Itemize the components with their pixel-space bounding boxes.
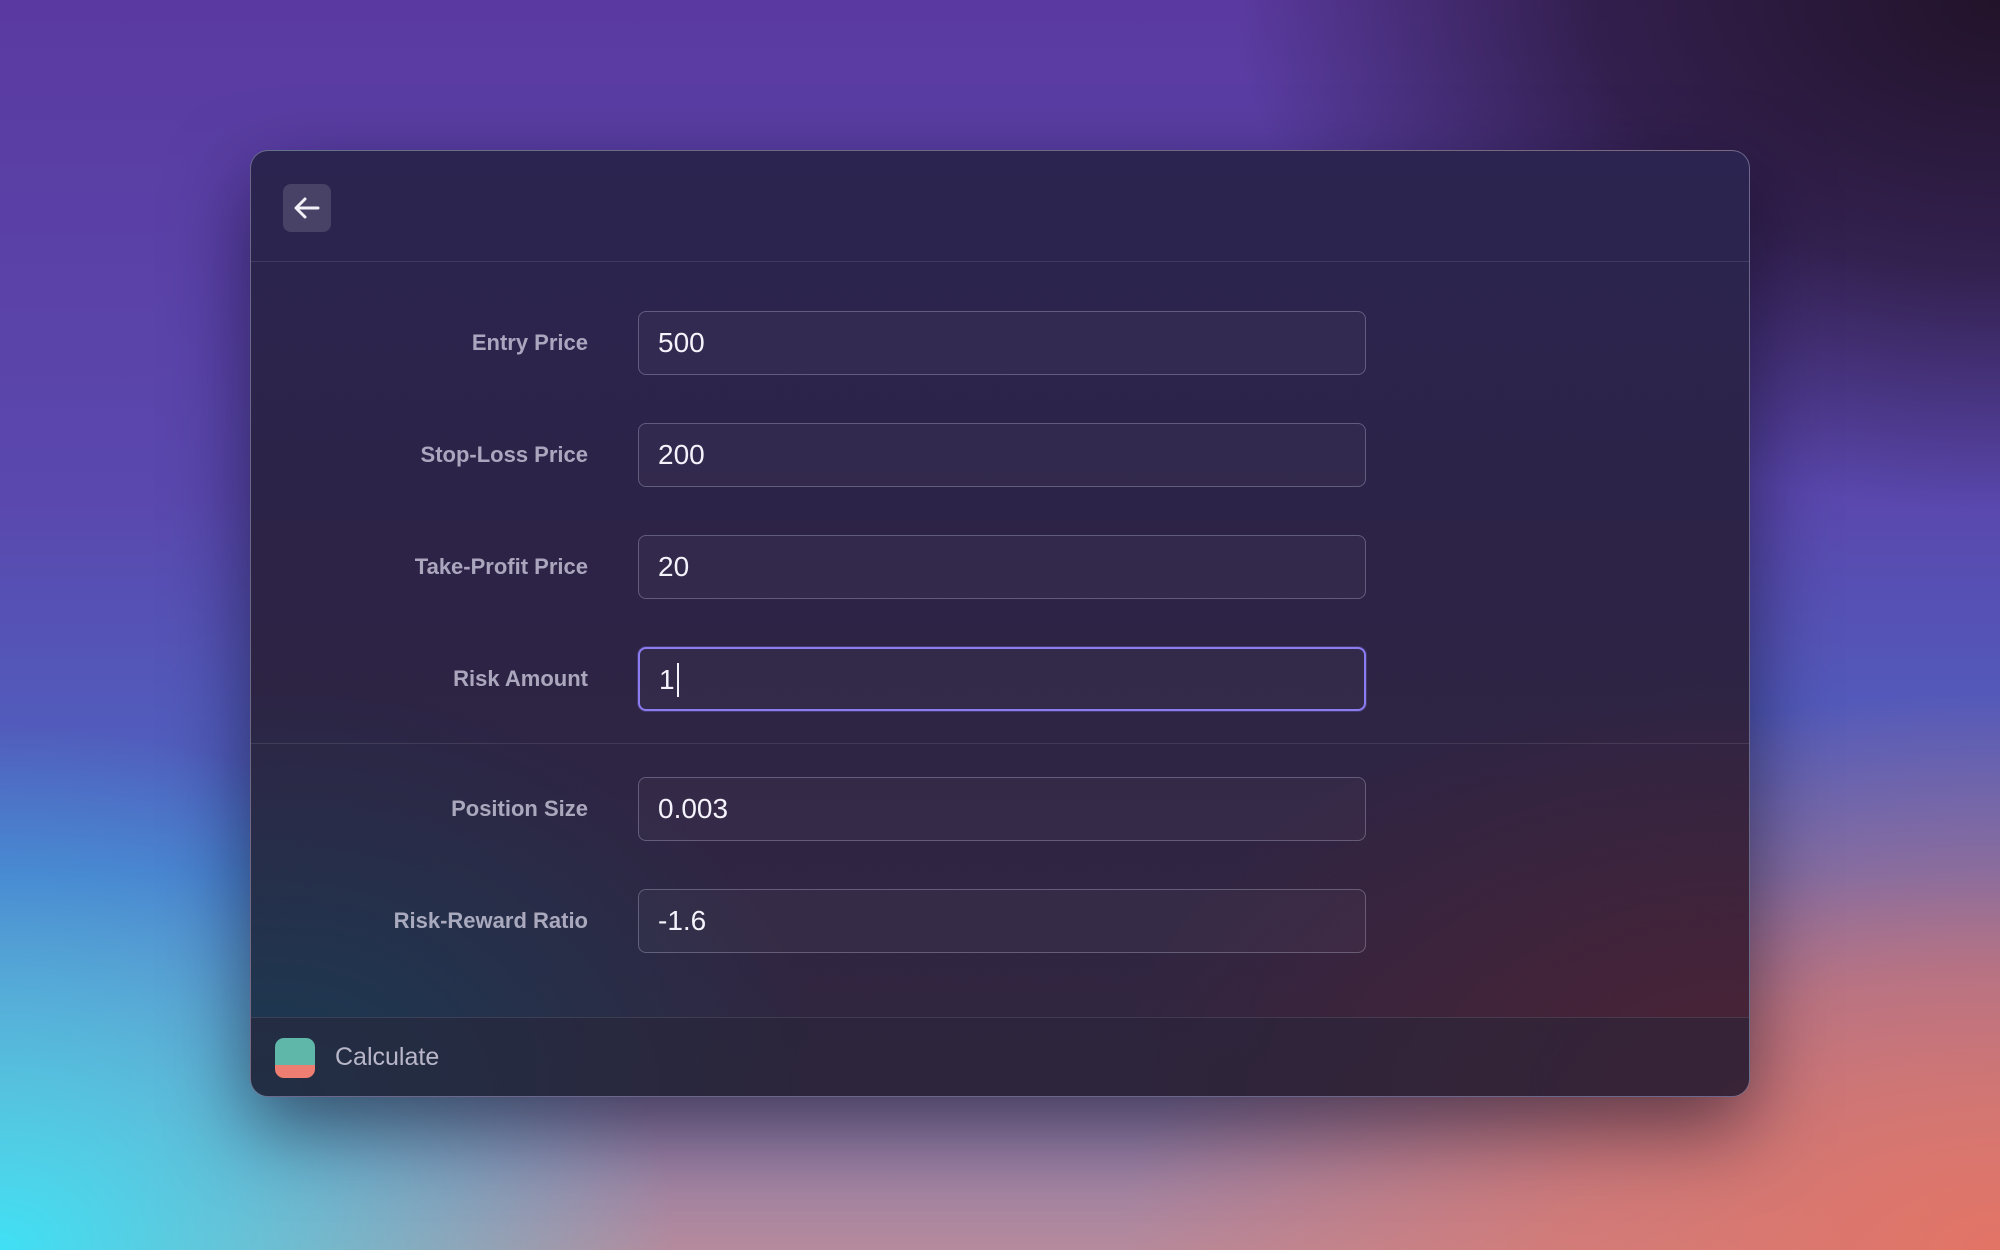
take-profit-price-value: 20 — [658, 551, 690, 582]
entry-price-value: 500 — [658, 327, 705, 358]
position-size-output[interactable]: 0.003 — [638, 777, 1366, 841]
app-icon — [275, 1038, 315, 1078]
risk-reward-ratio-output[interactable]: -1.6 — [638, 889, 1366, 953]
calculator-window: Entry Price 500 Stop-Loss Price 200 Take… — [250, 150, 1750, 1097]
risk-amount-label: Risk Amount — [453, 666, 588, 691]
section-divider — [251, 743, 1749, 744]
calculate-action[interactable]: Calculate — [335, 1018, 439, 1096]
risk-reward-ratio-row: Risk-Reward Ratio -1.6 — [251, 889, 1749, 953]
stop-loss-price-value: 200 — [658, 439, 705, 470]
action-bar: Calculate — [251, 1017, 1749, 1096]
stop-loss-price-label: Stop-Loss Price — [420, 442, 588, 467]
window-header — [251, 151, 1749, 262]
stop-loss-price-input[interactable]: 200 — [638, 423, 1366, 487]
risk-amount-value: 1 — [659, 664, 675, 695]
back-button[interactable] — [283, 184, 331, 232]
arrow-left-icon — [294, 197, 320, 219]
position-size-value: 0.003 — [658, 793, 729, 824]
position-size-label: Position Size — [451, 796, 588, 821]
risk-amount-input[interactable]: 1 — [638, 647, 1366, 711]
take-profit-price-input[interactable]: 20 — [638, 535, 1366, 599]
take-profit-price-label: Take-Profit Price — [414, 554, 588, 579]
entry-price-row: Entry Price 500 — [251, 311, 1749, 375]
risk-reward-ratio-value: -1.6 — [658, 905, 707, 936]
entry-price-input[interactable]: 500 — [638, 311, 1366, 375]
entry-price-label: Entry Price — [471, 330, 588, 355]
risk-reward-ratio-label: Risk-Reward Ratio — [393, 908, 588, 933]
position-size-row: Position Size 0.003 — [251, 777, 1749, 841]
risk-amount-row: Risk Amount 1 — [251, 647, 1749, 711]
text-caret — [676, 662, 679, 697]
take-profit-price-row: Take-Profit Price 20 — [251, 535, 1749, 599]
stop-loss-price-row: Stop-Loss Price 200 — [251, 423, 1749, 487]
